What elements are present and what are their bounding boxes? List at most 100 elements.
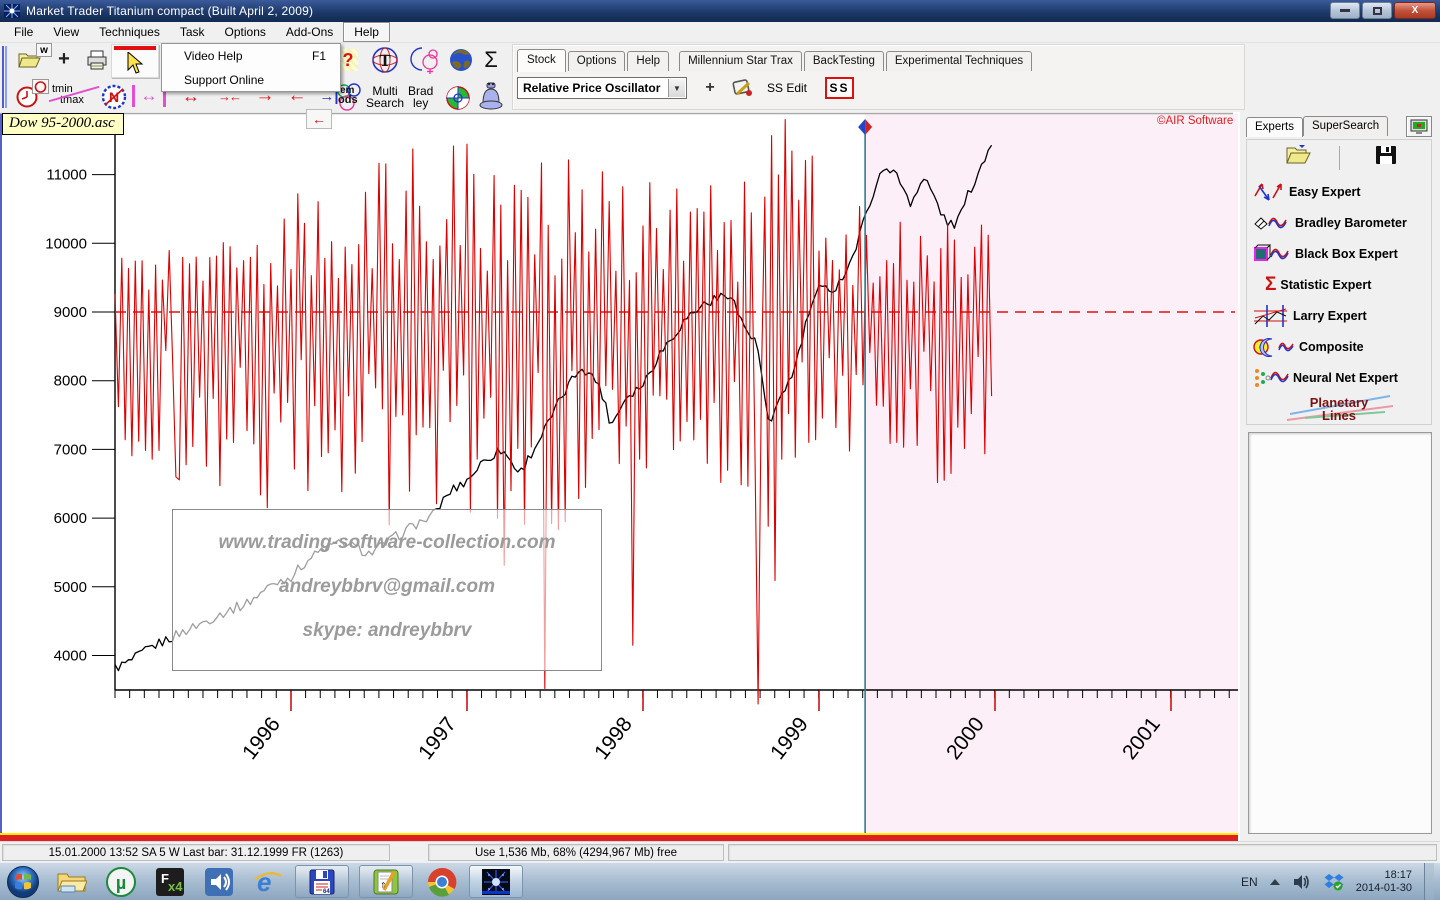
help-dropdown-menu: Video Help F1 Support Online (161, 43, 341, 92)
expert-item-statistic[interactable]: Σ Statistic Expert (1253, 271, 1431, 299)
tab-help[interactable]: Help (627, 51, 669, 71)
speaker-app-icon (204, 867, 234, 897)
select-tool-button[interactable] (111, 44, 159, 78)
fx-icon: F x4 (155, 867, 185, 897)
tab-backtesting[interactable]: BackTesting (804, 51, 884, 71)
menu-file[interactable]: File (4, 23, 43, 41)
load-expert-button[interactable] (1285, 144, 1311, 169)
expert-item-neural-net[interactable]: Neural Net Expert (1253, 364, 1431, 392)
expert-item-easy[interactable]: Easy Expert (1253, 178, 1431, 206)
menu-item-video-help[interactable]: Video Help F1 (162, 44, 340, 68)
taskbar-explorer-icon[interactable] (55, 866, 89, 898)
black-box-expert-icon (1253, 243, 1291, 265)
astro-cycles-button[interactable] (408, 46, 440, 74)
compass-icon: N (101, 84, 127, 110)
workspace-mini-button[interactable]: w (36, 43, 52, 57)
show-hidden-icons-button[interactable] (1270, 879, 1280, 885)
help-tool-button[interactable]: ? (338, 49, 358, 71)
air-software-copyright: ©AIR Software (1157, 115, 1233, 127)
world-markets-button[interactable] (448, 48, 474, 72)
chevron-down-icon[interactable]: ▼ (668, 79, 685, 97)
tab-millennium-star-trax[interactable]: Millennium Star Trax (679, 51, 802, 71)
taskbar-fx-tool-icon[interactable]: F x4 (153, 866, 187, 898)
dropbox-tray-icon[interactable] (1324, 872, 1344, 892)
experts-panel: Experts SuperSearch (1240, 112, 1440, 841)
volume-tray-icon[interactable] (1292, 873, 1312, 891)
bell-icon (475, 81, 507, 111)
technique-tabs: Stock Options Help Millennium Star Trax … (517, 48, 1034, 71)
taskbar-internet-explorer-icon[interactable]: e (251, 866, 285, 898)
language-indicator[interactable]: EN (1241, 875, 1258, 889)
menu-help[interactable]: Help (343, 22, 390, 42)
toolbar-divider (1339, 146, 1340, 170)
indicator-combobox[interactable]: Relative Price Oscillator ▼ (517, 77, 687, 99)
alert-bell-button[interactable] (474, 81, 508, 111)
toolbar-grip[interactable] (2, 46, 7, 108)
svg-text:e: e (257, 867, 271, 897)
step-back-button[interactable]: ← (306, 109, 332, 129)
close-button[interactable]: X (1394, 2, 1436, 19)
expert-output-listbox[interactable] (1248, 432, 1432, 834)
expert-item-composite[interactable]: Composite (1253, 333, 1431, 361)
text-tool-button[interactable]: T (370, 46, 400, 74)
status-extra-panel (728, 844, 1437, 861)
menu-add-ons[interactable]: Add-Ons (276, 23, 343, 41)
compass-off-button[interactable]: N (100, 84, 128, 110)
range-arrows-icon: ↔ (141, 86, 158, 106)
mini-circle-icon (34, 81, 47, 93)
tab-options[interactable]: Options (568, 51, 626, 71)
tab-experts[interactable]: Experts (1246, 117, 1303, 137)
target-button[interactable] (444, 85, 472, 111)
mini-cycle-button[interactable] (32, 79, 49, 94)
tmin-tmax-tool[interactable]: tmintmax (52, 84, 98, 106)
add-indicator-button[interactable]: + (701, 79, 719, 97)
taskbar-notepad-plus-button[interactable]: ⇑ (359, 865, 413, 898)
monitor-icon (1410, 119, 1428, 135)
menu-techniques[interactable]: Techniques (89, 23, 170, 41)
expert-item-black-box[interactable]: Black Box Expert (1253, 240, 1431, 268)
restore-icon (1373, 7, 1382, 15)
monitor-view-button[interactable] (1406, 116, 1432, 137)
add-button[interactable]: + (54, 47, 74, 71)
menu-options[interactable]: Options (215, 23, 276, 41)
plus-icon: + (705, 79, 714, 96)
taskbar-utorrent-icon[interactable]: µ (104, 866, 138, 898)
expert-item-bradley[interactable]: Bradley Barometer (1253, 209, 1431, 237)
indicator-settings-button[interactable] (731, 78, 755, 98)
tab-supersearch[interactable]: SuperSearch (1303, 116, 1388, 136)
experts-list: Easy Expert Bradley Barometer Black Box … (1246, 139, 1432, 425)
menu-task[interactable]: Task (170, 23, 215, 41)
indicator-combobox-value: Relative Price Oscillator (518, 81, 660, 95)
svg-text:T: T (379, 51, 391, 70)
taskbar-disk-tool-button[interactable]: 64 (295, 865, 349, 898)
statistics-button[interactable]: Σ (480, 47, 502, 73)
taskbar-chrome-icon[interactable] (425, 866, 459, 898)
statistic-expert-icon: Σ (1265, 274, 1276, 296)
floppy-disk-icon: 64 (308, 868, 336, 896)
show-desktop-button[interactable] (1424, 863, 1434, 900)
save-expert-button[interactable] (1375, 145, 1397, 168)
cursor-arrow-icon (125, 52, 145, 76)
window-title: Market Trader Titanium compact (Built Ap… (26, 4, 313, 18)
clock[interactable]: 18:17 2014-01-30 (1356, 869, 1412, 895)
taskbar-market-trader-button[interactable] (469, 865, 523, 898)
ss-edit-label[interactable]: SS Edit (767, 81, 807, 95)
restore-button[interactable] (1362, 2, 1392, 19)
multi-search-button[interactable]: MultiSearch (366, 85, 404, 109)
svg-text:ods: ods (338, 94, 358, 106)
expert-item-larry[interactable]: Larry Expert (1253, 302, 1431, 330)
watermark-box: www.trading-software-collection.com andr… (172, 509, 602, 671)
chart-symbol-label[interactable]: Dow 95-2000.asc (2, 113, 124, 135)
start-button[interactable] (6, 866, 40, 898)
supersearch-button[interactable]: SS (825, 77, 854, 99)
tab-experimental-techniques[interactable]: Experimental Techniques (886, 51, 1032, 71)
taskbar-volume-app-icon[interactable] (202, 866, 236, 898)
tab-stock[interactable]: Stock (517, 49, 566, 72)
menu-item-support-online[interactable]: Support Online (162, 68, 340, 92)
menu-view[interactable]: View (43, 23, 89, 41)
bradley-button[interactable]: Bradley (408, 85, 433, 109)
print-button[interactable] (84, 48, 110, 72)
planetary-lines-button[interactable]: Planetary Lines (1247, 396, 1431, 422)
globe-icon (449, 48, 473, 72)
minimize-button[interactable] (1330, 2, 1360, 19)
